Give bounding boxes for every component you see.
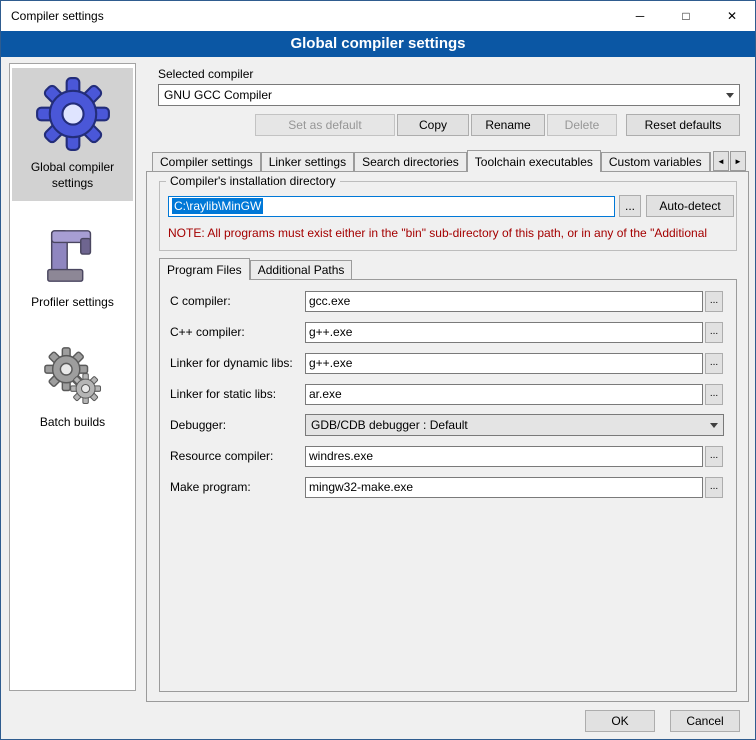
static-linker-input[interactable] bbox=[305, 384, 703, 405]
dynamic-linker-input[interactable] bbox=[305, 353, 703, 374]
compiler-button-row: Set as default Copy Rename Delete Reset … bbox=[158, 114, 740, 136]
chevron-down-icon bbox=[726, 93, 734, 98]
c-compiler-input[interactable] bbox=[305, 291, 703, 312]
program-files-panel: C compiler: ... C++ compiler: ... Linker… bbox=[159, 279, 737, 692]
field-row-cpp-compiler: C++ compiler: ... bbox=[170, 321, 736, 343]
profiler-tool-icon bbox=[42, 225, 104, 287]
resource-compiler-input[interactable] bbox=[305, 446, 703, 467]
installation-directory-group: Compiler's installation directory C:\ray… bbox=[159, 181, 737, 251]
tab-custom-variables[interactable]: Custom variables bbox=[601, 152, 710, 171]
chevron-down-icon bbox=[710, 423, 718, 428]
field-row-resource-compiler: Resource compiler: ... bbox=[170, 445, 736, 467]
copy-button[interactable]: Copy bbox=[397, 114, 469, 136]
debugger-dropdown[interactable]: GDB/CDB debugger : Default bbox=[305, 414, 724, 436]
sidebar-item-batch-builds[interactable]: Batch builds bbox=[12, 337, 133, 441]
tab-compiler-settings[interactable]: Compiler settings bbox=[152, 152, 261, 171]
installation-directory-input[interactable]: C:\raylib\MinGW bbox=[168, 196, 615, 217]
make-program-browse-button[interactable]: ... bbox=[705, 477, 723, 498]
resource-compiler-browse-button[interactable]: ... bbox=[705, 446, 723, 467]
selected-compiler-label: Selected compiler bbox=[158, 67, 253, 81]
minimize-button[interactable]: ─ bbox=[617, 1, 663, 31]
debugger-label: Debugger: bbox=[170, 418, 305, 432]
c-compiler-label: C compiler: bbox=[170, 294, 305, 308]
bin-subdirectory-note: NOTE: All programs must exist either in … bbox=[168, 226, 732, 240]
dynamic-linker-label: Linker for dynamic libs: bbox=[170, 356, 305, 370]
resource-compiler-label: Resource compiler: bbox=[170, 449, 305, 463]
settings-tabstrip: Compiler settings Linker settings Search… bbox=[152, 150, 711, 172]
installation-directory-title: Compiler's installation directory bbox=[166, 174, 340, 188]
static-linker-label: Linker for static libs: bbox=[170, 387, 305, 401]
close-icon: ✕ bbox=[727, 9, 737, 23]
maximize-icon: □ bbox=[682, 9, 689, 23]
dynamic-linker-browse-button[interactable]: ... bbox=[705, 353, 723, 374]
debugger-value: GDB/CDB debugger : Default bbox=[306, 418, 705, 432]
blue-gear-icon bbox=[35, 76, 111, 152]
tab-scroll-buttons: ◄ ► bbox=[713, 151, 746, 171]
sidebar-item-label: Profiler settings bbox=[31, 295, 114, 311]
toolchain-executables-panel: Compiler's installation directory C:\ray… bbox=[146, 171, 749, 702]
reset-defaults-button[interactable]: Reset defaults bbox=[626, 114, 740, 136]
program-files-tabstrip: Program Files Additional Paths bbox=[159, 258, 352, 280]
static-linker-browse-button[interactable]: ... bbox=[705, 384, 723, 405]
minimize-icon: ─ bbox=[636, 9, 645, 23]
field-row-dynamic-linker: Linker for dynamic libs: ... bbox=[170, 352, 736, 374]
window-title: Compiler settings bbox=[1, 9, 104, 23]
installation-directory-browse-button[interactable]: ... bbox=[619, 195, 641, 217]
set-as-default-button[interactable]: Set as default bbox=[255, 114, 395, 136]
dropdown-button[interactable] bbox=[721, 85, 739, 105]
sidebar-item-label: Global compiler settings bbox=[14, 160, 131, 191]
field-row-c-compiler: C compiler: ... bbox=[170, 290, 736, 312]
gray-gears-icon bbox=[42, 345, 104, 407]
close-button[interactable]: ✕ bbox=[709, 1, 755, 31]
installation-directory-value: C:\raylib\MinGW bbox=[172, 198, 263, 214]
arrow-left-icon: ◄ bbox=[717, 157, 725, 166]
make-program-label: Make program: bbox=[170, 480, 305, 494]
cpp-compiler-input[interactable] bbox=[305, 322, 703, 343]
delete-button[interactable]: Delete bbox=[547, 114, 617, 136]
ok-button[interactable]: OK bbox=[585, 710, 655, 732]
maximize-button[interactable]: □ bbox=[663, 1, 709, 31]
make-program-input[interactable] bbox=[305, 477, 703, 498]
field-row-static-linker: Linker for static libs: ... bbox=[170, 383, 736, 405]
sidebar-item-label: Batch builds bbox=[40, 415, 105, 431]
tab-search-directories[interactable]: Search directories bbox=[354, 152, 467, 171]
arrow-right-icon: ► bbox=[734, 157, 742, 166]
c-compiler-browse-button[interactable]: ... bbox=[705, 291, 723, 312]
page-title: Global compiler settings bbox=[1, 31, 755, 57]
titlebar[interactable]: Compiler settings ─ □ ✕ bbox=[1, 1, 755, 31]
tab-toolchain-executables[interactable]: Toolchain executables bbox=[467, 150, 601, 172]
sidebar: Global compiler settings Profiler settin… bbox=[9, 63, 136, 691]
tab-build-options[interactable]: Buil bbox=[710, 152, 711, 171]
field-row-debugger: Debugger: GDB/CDB debugger : Default bbox=[170, 414, 736, 436]
field-row-make-program: Make program: ... bbox=[170, 476, 736, 498]
compiler-settings-dialog: Compiler settings ─ □ ✕ Global compiler … bbox=[0, 0, 756, 740]
cancel-button[interactable]: Cancel bbox=[670, 710, 740, 732]
sidebar-item-profiler-settings[interactable]: Profiler settings bbox=[12, 217, 133, 321]
tab-additional-paths[interactable]: Additional Paths bbox=[250, 260, 353, 279]
selected-compiler-value: GNU GCC Compiler bbox=[159, 88, 721, 102]
cpp-compiler-label: C++ compiler: bbox=[170, 325, 305, 339]
cpp-compiler-browse-button[interactable]: ... bbox=[705, 322, 723, 343]
tab-scroll-right-button[interactable]: ► bbox=[730, 151, 746, 171]
rename-button[interactable]: Rename bbox=[471, 114, 545, 136]
auto-detect-button[interactable]: Auto-detect bbox=[646, 195, 734, 217]
dropdown-button[interactable] bbox=[705, 415, 723, 435]
selected-compiler-dropdown[interactable]: GNU GCC Compiler bbox=[158, 84, 740, 106]
dialog-content: Global compiler settings Profiler settin… bbox=[1, 57, 755, 739]
tab-scroll-left-button[interactable]: ◄ bbox=[713, 151, 729, 171]
sidebar-item-global-compiler-settings[interactable]: Global compiler settings bbox=[12, 68, 133, 201]
tab-linker-settings[interactable]: Linker settings bbox=[261, 152, 354, 171]
dialog-footer: OK Cancel bbox=[585, 710, 740, 732]
installation-directory-row: C:\raylib\MinGW ... Auto-detect bbox=[168, 195, 734, 217]
window-controls: ─ □ ✕ bbox=[617, 1, 755, 31]
tab-program-files[interactable]: Program Files bbox=[159, 258, 250, 280]
